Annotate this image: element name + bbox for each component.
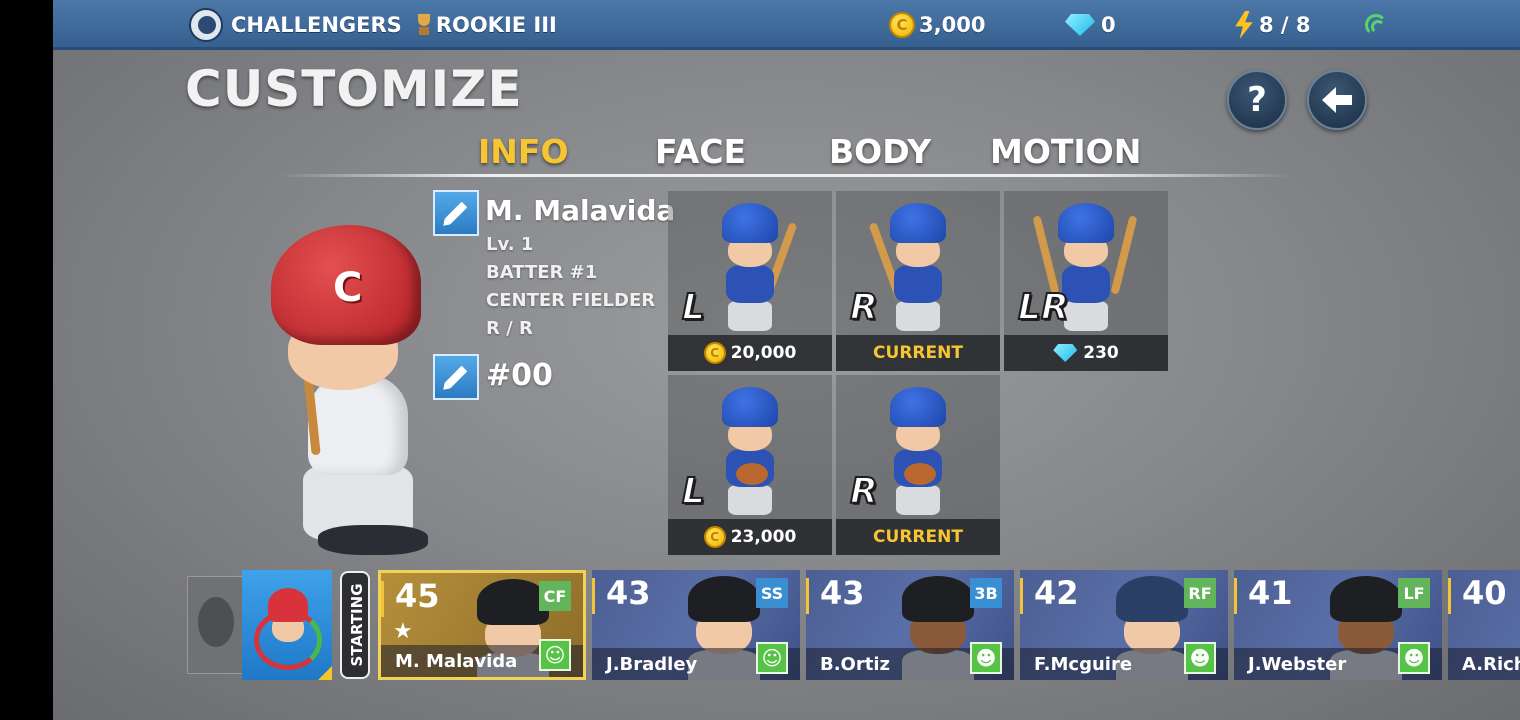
edit-number-button[interactable] [433,354,479,400]
grin-icon: ☻ [1398,642,1430,674]
bench-toggle[interactable] [187,576,243,674]
energy-amount: 8 / 8 [1259,13,1311,37]
hand-label: L [681,470,706,513]
starting-label: STARTING [348,583,366,667]
motion-card-batting-switch[interactable]: LR 230 [1004,191,1168,371]
overall-rating: 40 [1462,574,1507,612]
overall-rating: 45 [395,577,440,615]
pencil-icon [444,201,468,225]
coin-amount: 3,000 [919,13,986,37]
coin-balance[interactable]: C 3,000 [889,0,985,50]
motion-card-batting-right[interactable]: R CURRENT [836,191,1000,371]
player-name: M. Malavida [485,194,676,227]
current-label: CURRENT [836,519,1000,555]
starting-label-badge: STARTING [340,571,370,679]
hand-label: R [849,286,879,329]
page-title: CUSTOMIZE [185,60,523,118]
signal-icon [1365,14,1387,36]
back-button[interactable] [1307,70,1367,130]
tab-divider [278,174,1293,177]
team-name: CHALLENGERS [231,13,402,37]
coin-icon: C [889,12,915,38]
tab-face[interactable]: FACE [655,132,746,171]
tab-motion[interactable]: MOTION [990,132,1141,171]
position-badge: 3B [970,578,1002,608]
overall-rating: 42 [1034,574,1079,612]
roster-player-card[interactable]: 45 CF ★ M. Malavida ☺ [378,570,586,680]
energy-meter[interactable]: 8 / 8 [1233,0,1311,50]
position-badge: LF [1398,578,1430,608]
roster-player-card[interactable]: 40 A.Rich [1448,570,1520,680]
tab-body[interactable]: BODY [829,132,931,171]
top-status-bar: CHALLENGERS ROOKIE III C 3,000 0 8 / 8 [53,0,1520,50]
player-position: CENTER FIELDER [486,290,656,311]
overall-rating: 43 [606,574,651,612]
price-label: C 23,000 [668,519,832,555]
motion-card-throwing-right[interactable]: R CURRENT [836,375,1000,555]
grin-icon: ☻ [970,642,1002,674]
grin-icon: ☻ [1184,642,1216,674]
gem-icon [1053,344,1077,362]
hand-label: R [849,470,879,513]
pencil-icon [444,365,468,389]
team-logo-icon [189,8,223,42]
customize-screen: CHALLENGERS ROOKIE III C 3,000 0 8 / 8 C… [53,0,1520,720]
batting-order: BATTER #1 [486,262,598,283]
gem-icon [1065,14,1095,36]
help-button[interactable]: ? [1227,70,1287,130]
hand-label: LR [1017,286,1070,329]
overall-rating: 41 [1248,574,1293,612]
price-label: 230 [1004,335,1168,371]
edit-name-button[interactable] [433,190,479,236]
roster-player-card[interactable]: 42 RF F.Mcguire ☻ [1020,570,1228,680]
smile-icon: ☺ [756,642,788,674]
rank-label: ROOKIE III [435,13,557,37]
help-label: ? [1247,80,1267,120]
position-badge: CF [539,581,571,611]
roster-player-name: A.Rich [1448,648,1520,680]
lightning-icon [1235,11,1253,39]
gem-amount: 0 [1101,13,1116,37]
roster-player-card[interactable]: 41 LF J.Webster ☻ [1234,570,1442,680]
price-label: C 20,000 [668,335,832,371]
roster-player-card[interactable]: 43 3B B.Ortiz ☻ [806,570,1014,680]
swap-lineup-button[interactable] [242,570,332,680]
overall-rating: 43 [820,574,865,612]
player-preview[interactable]: C [263,225,433,565]
gem-balance[interactable]: 0 [1065,0,1116,50]
motion-card-batting-left[interactable]: L C 20,000 [668,191,832,371]
player-level: Lv. 1 [486,234,534,255]
hand-label: L [681,286,706,329]
player-cap: C [271,225,421,345]
coin-icon: C [703,526,726,548]
cap-letter: C [333,265,363,311]
player-number: #00 [486,358,553,393]
motion-card-throwing-left[interactable]: L C 23,000 [668,375,832,555]
smile-icon: ☺ [539,639,571,671]
coin-icon: C [703,342,726,364]
roster-player-card[interactable]: 43 SS J.Bradley ☺ [592,570,800,680]
tab-info[interactable]: INFO [478,132,569,171]
trophy-icon [416,12,432,38]
price-value: 23,000 [730,527,797,547]
price-value: 20,000 [730,343,797,363]
position-badge: RF [1184,578,1216,608]
position-badge: SS [756,578,788,608]
star-icon: ★ [393,619,413,644]
arrow-left-icon [1322,87,1352,113]
throws-bats: R / R [486,318,533,339]
price-value: 230 [1083,343,1119,363]
team-info[interactable]: CHALLENGERS ROOKIE III [189,0,557,50]
current-label: CURRENT [836,335,1000,371]
